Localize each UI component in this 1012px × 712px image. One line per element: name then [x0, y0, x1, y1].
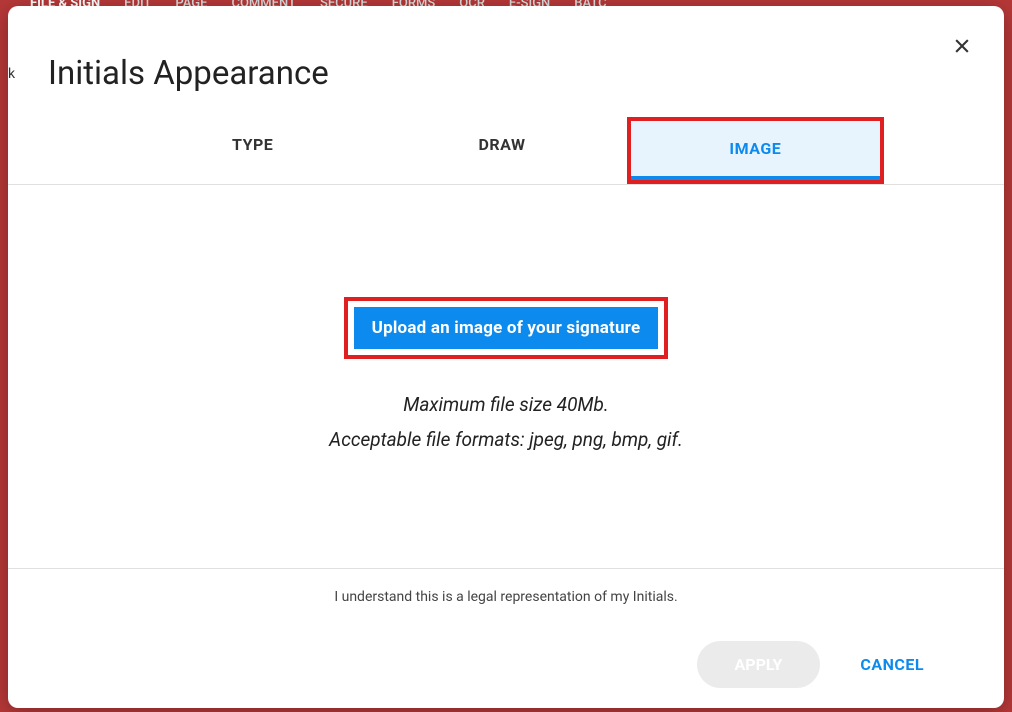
tab-content-image: Upload an image of your signature Maximu… [8, 185, 1004, 568]
modal-title: Initials Appearance [48, 54, 964, 93]
initials-appearance-modal: k Initials Appearance TYPE DRAW IMAGE Up… [8, 6, 1004, 708]
close-icon [952, 36, 972, 56]
modal-header: Initials Appearance [8, 6, 1004, 117]
max-file-size-text: Maximum file size 40Mb. [403, 393, 608, 416]
highlight-annotation-upload: Upload an image of your signature [344, 297, 669, 359]
apply-button[interactable]: APPLY [697, 641, 821, 688]
close-button[interactable] [950, 34, 974, 58]
acceptable-formats-text: Acceptable file formats: jpeg, png, bmp,… [329, 428, 683, 451]
cancel-button[interactable]: CANCEL [860, 655, 924, 674]
highlight-annotation-tab: IMAGE [627, 117, 884, 184]
upload-signature-button[interactable]: Upload an image of your signature [354, 307, 659, 349]
tab-type[interactable]: TYPE [128, 117, 377, 184]
tab-draw[interactable]: DRAW [377, 117, 626, 184]
modal-footer: I understand this is a legal representat… [8, 568, 1004, 708]
footer-actions: APPLY CANCEL [48, 641, 964, 688]
legal-disclaimer-text: I understand this is a legal representat… [48, 589, 964, 605]
tab-image[interactable]: IMAGE [631, 121, 880, 180]
tabs-container: TYPE DRAW IMAGE [8, 117, 1004, 185]
